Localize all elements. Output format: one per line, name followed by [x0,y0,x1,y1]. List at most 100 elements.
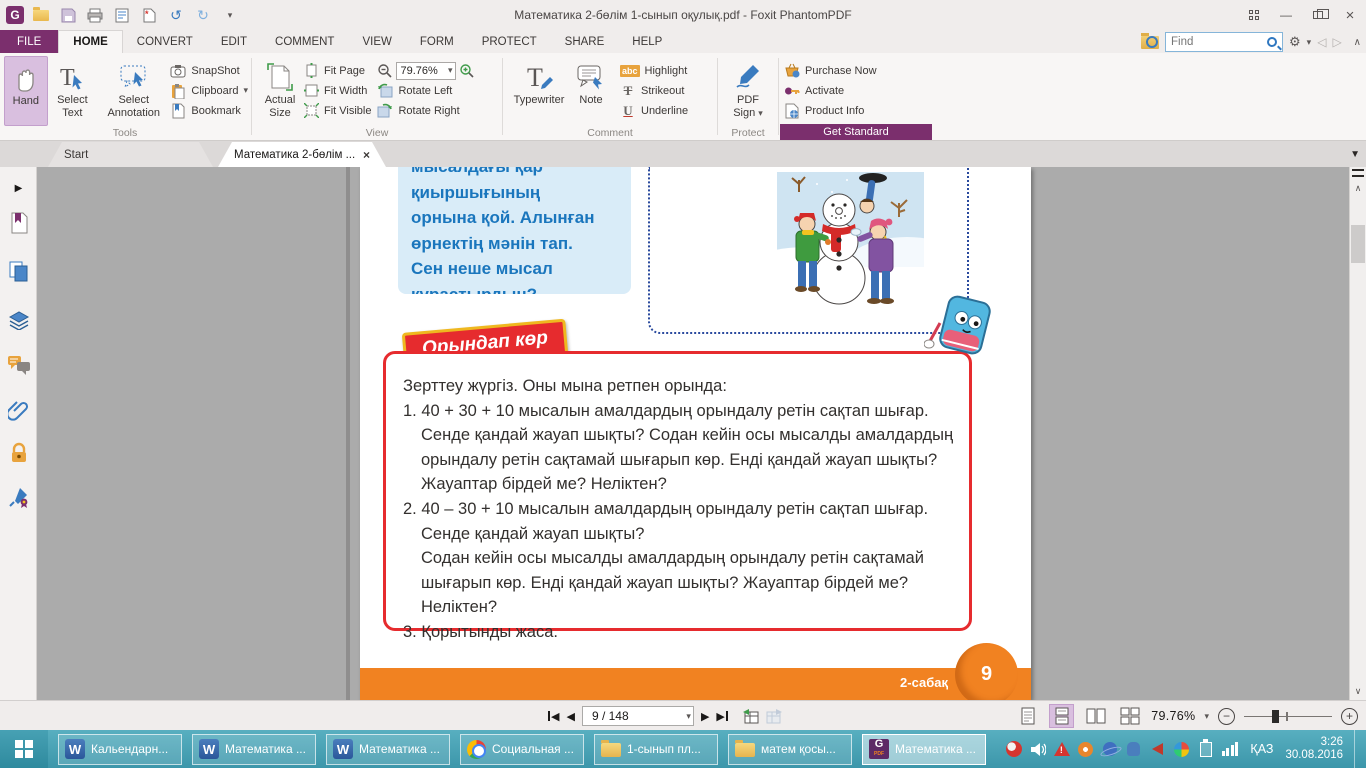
show-desktop-button[interactable] [1354,730,1362,768]
rotate-right-button[interactable]: Rotate Right [377,102,475,119]
vertical-scrollbar[interactable]: ∧ ∨ [1349,167,1366,700]
continuous-facing-layout-icon[interactable] [1117,704,1142,728]
pinwheel-tray-icon[interactable] [1173,741,1190,758]
doc-tab-document[interactable]: Математика 2-бөлім ... × [218,142,386,167]
fit-width-button[interactable]: Fit Width [303,82,371,99]
messenger-tray-icon[interactable] [1125,741,1142,758]
pdf-sign-button[interactable]: PDF Sign ▾ [723,56,773,126]
tab-form[interactable]: FORM [406,30,468,53]
zoom-caret-icon[interactable]: ▾ [448,65,453,76]
clock[interactable]: 3:26 30.08.2016 [1285,736,1343,763]
minimize-button[interactable]: — [1270,3,1302,27]
bookmark-button[interactable]: Bookmark [170,102,248,119]
previous-view-icon[interactable] [741,708,759,724]
first-page-button[interactable]: ◀ [548,706,559,726]
zoom-slider[interactable] [1244,708,1332,725]
expand-panel-icon[interactable]: ▶ [7,177,30,200]
network-tray-icon[interactable] [1221,741,1239,758]
select-annotation-button[interactable]: Select Annotation [97,56,170,126]
facing-layout-icon[interactable] [1083,704,1108,728]
email-doc-icon[interactable] [112,5,132,25]
next-view-icon[interactable] [766,708,784,724]
new-doc-icon[interactable]: * [139,5,159,25]
pages-panel-icon[interactable] [7,259,30,282]
collapse-ribbon-icon[interactable]: ∧ [1354,37,1361,48]
tab-list-caret-icon[interactable]: ▼ [1350,149,1360,160]
undo-icon[interactable]: ↺ [166,5,186,25]
activate-button[interactable]: Activate [784,82,877,99]
hand-tool-button[interactable]: Hand [4,56,48,126]
next-page-button[interactable]: ▶ [701,706,709,726]
tab-convert[interactable]: CONVERT [123,30,207,53]
tab-home[interactable]: HOME [58,30,123,53]
splitter-handle-icon[interactable] [1352,169,1364,177]
foxit-app-icon[interactable]: G [6,6,24,24]
sound-scheme-tray-icon[interactable] [1149,741,1166,758]
clipboard-caret-icon[interactable]: ▾ [243,85,248,96]
page-number-combobox[interactable]: 9 / 148 ▾ [581,706,694,726]
comments-panel-icon[interactable] [7,353,30,376]
fit-page-button[interactable]: Fit Page [303,62,371,79]
save-icon[interactable] [58,5,78,25]
select-text-button[interactable]: T Select Text [48,56,98,126]
tab-help[interactable]: HELP [618,30,676,53]
restore-button[interactable] [1302,3,1334,27]
find-input[interactable] [1171,36,1262,48]
taskbar-folder-2[interactable]: матем қосы... [728,733,852,765]
scroll-thumb[interactable] [1351,225,1365,263]
language-indicator[interactable]: ҚАЗ [1250,742,1273,756]
taskbar-foxit-active[interactable]: G PDF Математика ... [862,733,986,765]
single-page-layout-icon[interactable] [1015,704,1040,728]
continuous-layout-icon[interactable] [1049,704,1075,728]
redo-icon[interactable]: ↻ [193,5,213,25]
previous-page-button[interactable]: ◀ [566,706,574,726]
taskbar-word-2[interactable]: W Математика ... [192,733,316,765]
fit-visible-button[interactable]: Fit Visible [303,102,371,119]
tab-comment[interactable]: COMMENT [261,30,348,53]
typewriter-button[interactable]: T Typewriter [508,56,570,126]
layers-panel-icon[interactable] [7,307,30,330]
attachments-panel-icon[interactable] [7,398,30,421]
volume-tray-icon[interactable] [1029,741,1046,758]
underline-button[interactable]: U Underline [620,102,688,119]
power-tray-icon[interactable] [1197,738,1214,758]
highlight-button[interactable]: abc Highlight [620,62,688,79]
document-view[interactable]: мысалдағы қар қиыршығының орнына қой. Ал… [38,167,1349,700]
doc-tab-start[interactable]: Start [48,142,213,167]
scroll-up-icon[interactable]: ∧ [1350,183,1366,194]
bookmarks-panel-icon[interactable] [7,211,30,234]
zoom-out-button[interactable]: − [1218,707,1235,725]
ui-options-icon[interactable] [1238,3,1270,27]
snapshot-button[interactable]: SnapShot [170,62,248,79]
doc-tab-close-icon[interactable]: × [363,148,370,162]
tab-file[interactable]: FILE [0,30,59,53]
tab-view[interactable]: VIEW [348,30,405,53]
clipboard-button[interactable]: Clipboard ▾ [170,82,248,99]
close-button[interactable]: × [1334,3,1366,27]
print-icon[interactable] [85,5,105,25]
purchase-now-button[interactable]: Purchase Now [784,62,877,79]
rotate-left-button[interactable]: Rotate Left [377,82,475,99]
strikeout-button[interactable]: T Strikeout [620,82,688,99]
tab-share[interactable]: SHARE [551,30,619,53]
customize-qat-caret-icon[interactable]: ▾ [220,5,240,25]
tab-edit[interactable]: EDIT [207,30,261,53]
antivirus-tray-icon[interactable] [1005,741,1022,758]
warning-tray-icon[interactable]: ! [1053,741,1070,758]
updater-tray-icon[interactable] [1077,741,1094,758]
taskbar-chrome[interactable]: Социальная ... [460,733,584,765]
note-button[interactable]: Note [570,56,612,126]
security-panel-icon[interactable] [7,441,30,464]
find-previous-icon[interactable]: ◁ [1317,35,1326,49]
tab-protect[interactable]: PROTECT [468,30,551,53]
taskbar-word-1[interactable]: W Кальендарн... [58,733,182,765]
product-info-button[interactable]: Product Info [784,102,877,119]
find-options-gear-icon[interactable]: ⚙ [1289,34,1301,50]
page-caret-icon[interactable]: ▾ [686,711,691,722]
zoom-in-button[interactable]: + [1341,707,1358,725]
actual-size-button[interactable]: Actual Size [257,56,303,126]
zoom-level-caret-icon[interactable]: ▾ [1204,711,1209,722]
zoom-in-icon[interactable] [459,63,475,79]
search-folder-icon[interactable] [1141,32,1160,49]
start-button[interactable] [0,730,48,768]
